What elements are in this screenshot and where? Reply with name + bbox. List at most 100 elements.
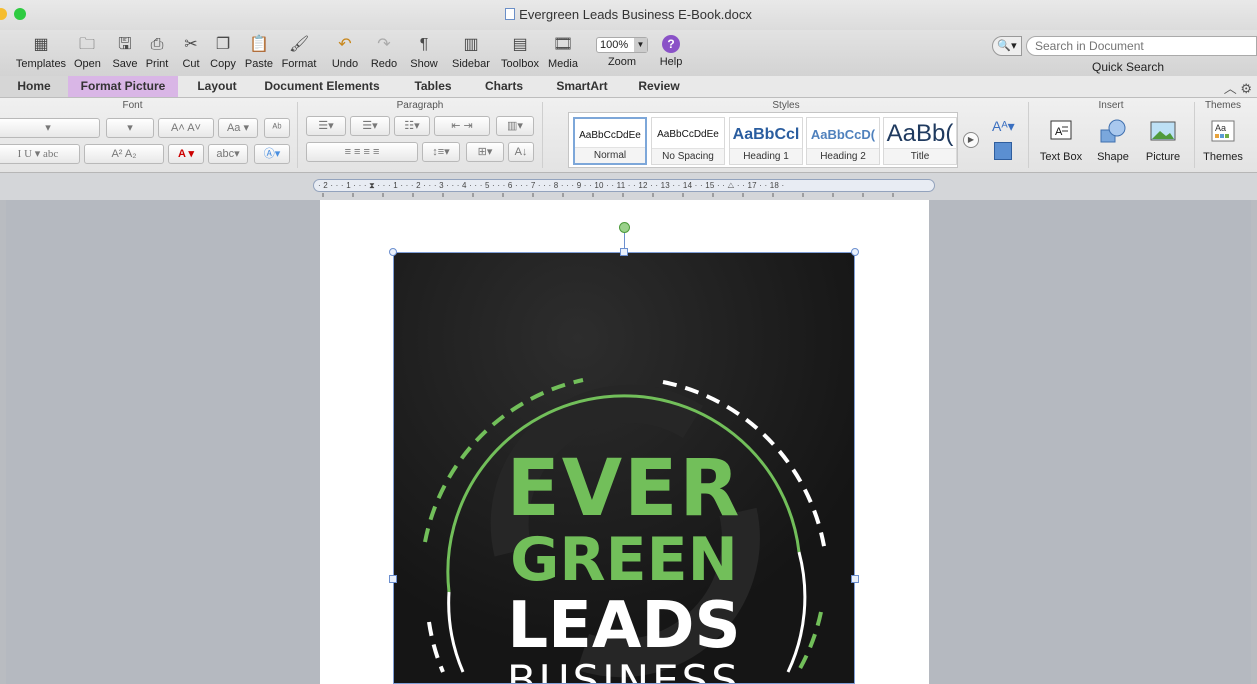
book-cover-image[interactable]: EVER GREEN LEADS BUSINESS [393, 252, 855, 684]
zoom-label: Zoom [607, 56, 637, 68]
insert-shape-button[interactable]: Shape [1092, 118, 1134, 163]
alignment-buttons[interactable]: ≡ ≡ ≡ ≡ [306, 142, 418, 162]
font-name-select[interactable]: ▾ [0, 118, 100, 138]
tab-smartart[interactable]: SmartArt [544, 76, 620, 97]
columns-icon[interactable]: ▥▾ [496, 116, 534, 136]
pilcrow-icon: ¶ [419, 36, 429, 53]
line-spacing-icon[interactable]: ↕≡▾ [422, 142, 460, 162]
svg-text:A: A [1055, 126, 1063, 138]
templates-button[interactable]: ▦ Templates [12, 32, 70, 74]
print-button[interactable]: ⎙ Print [142, 32, 172, 74]
style-name: Heading 2 [807, 148, 879, 164]
toolbox-button[interactable]: ▤ Toolbox [498, 32, 542, 74]
italic-underline-strike-buttons[interactable]: I U ▾ abc [0, 144, 80, 164]
tab-layout[interactable]: Layout [186, 76, 248, 97]
style-sample: AaBbCcl [732, 126, 800, 143]
themes-button[interactable]: Aa Themes [1198, 118, 1248, 163]
redo-button[interactable]: ↷ Redo [367, 32, 401, 74]
group-divider [1194, 102, 1195, 168]
styles-more-icon[interactable]: ▶ [963, 132, 979, 148]
styles-pane-icon[interactable] [994, 142, 1012, 160]
zoom-control[interactable]: 100% ▼ Zoom [593, 32, 651, 74]
save-button[interactable]: 🖫 Save [110, 32, 140, 74]
sidebar-label: Sidebar [452, 58, 490, 70]
grow-shrink-font-buttons[interactable]: A˄ A˅ [158, 118, 214, 138]
cover-title-business: BUSINESS [507, 656, 741, 684]
multilevel-list-icon[interactable]: ☷▾ [394, 116, 430, 136]
standard-toolbar: ▦ Templates 🗀 Open 🖫 Save ⎙ Print ✂ Cut … [0, 30, 1257, 76]
clear-formatting-icon[interactable]: ᴬᵇ [264, 118, 290, 138]
style-normal[interactable]: AaBbCcDdEe Normal [573, 117, 647, 165]
style-heading-1[interactable]: AaBbCcl Heading 1 [729, 117, 803, 165]
copy-button[interactable]: ❐ Copy [207, 32, 239, 74]
toolbox-icon: ▤ [512, 36, 528, 53]
show-formatting-button[interactable]: ¶ Show [408, 32, 440, 74]
window-title: Evergreen Leads Business E-Book.docx [0, 7, 1257, 22]
themes-group-label: Themes [1204, 100, 1242, 111]
tab-tables[interactable]: Tables [400, 76, 466, 97]
indent-buttons[interactable]: ⇤ ⇥ [434, 116, 490, 136]
style-title[interactable]: AaBb( Title [883, 117, 957, 165]
templates-icon: ▦ [33, 36, 49, 53]
redo-icon: ↷ [377, 36, 391, 53]
undo-icon: ↶ [338, 36, 352, 53]
style-sample: AaBbCcD( [810, 127, 876, 142]
themes-label: Themes [1203, 151, 1243, 163]
search-input[interactable] [1026, 36, 1257, 56]
tab-document-elements[interactable]: Document Elements [256, 76, 388, 97]
group-divider [297, 102, 298, 168]
resize-handle-left[interactable] [389, 575, 397, 583]
themes-icon: Aa [1211, 120, 1235, 142]
ruler-ticks [322, 193, 894, 197]
insert-picture-button[interactable]: Picture [1140, 118, 1186, 163]
undo-button[interactable]: ↶ Undo [328, 32, 362, 74]
highlight-icon[interactable]: abc▾ [208, 144, 248, 164]
help-button[interactable]: ? Help [656, 32, 686, 74]
style-heading-2[interactable]: AaBbCcD( Heading 2 [806, 117, 880, 165]
font-size-select[interactable]: ▾ [106, 118, 154, 138]
sort-icon[interactable]: A↓ [508, 142, 534, 162]
styles-group-label: Styles [772, 100, 800, 111]
borders-icon[interactable]: ⊞▾ [466, 142, 504, 162]
cut-button[interactable]: ✂ Cut [178, 32, 204, 74]
superscript-subscript-buttons[interactable]: A² A₂ [84, 144, 164, 164]
rotation-handle[interactable] [619, 222, 630, 233]
search-icon[interactable]: 🔍▾ [992, 36, 1022, 56]
picture-label: Picture [1145, 151, 1181, 163]
change-case-button[interactable]: Aa ▾ [218, 118, 258, 138]
text-box-label: Text Box [1039, 151, 1083, 163]
paste-button[interactable]: 📋 Paste [242, 32, 276, 74]
horizontal-ruler[interactable]: · 2 · · · 1 · · · ⧗ · · · 1 · · · 2 · · … [313, 179, 935, 192]
resize-handle-top[interactable] [620, 248, 628, 256]
text-effects-icon[interactable]: Ⓐ▾ [254, 144, 290, 164]
bullets-icon[interactable]: ☰▾ [306, 116, 346, 136]
zoom-select[interactable]: 100% ▼ [596, 37, 648, 53]
resize-handle-top-right[interactable] [851, 248, 859, 256]
sidebar-button[interactable]: ▥ Sidebar [449, 32, 493, 74]
copy-icon: ❐ [215, 36, 231, 53]
open-button[interactable]: 🗀 Open [74, 32, 101, 74]
open-label: Open [74, 58, 101, 70]
cover-title-green: GREEN [510, 525, 738, 595]
tab-format-picture[interactable]: Format Picture [68, 76, 178, 97]
format-painter-button[interactable]: 🖌 Format [278, 32, 320, 74]
format-label: Format [281, 58, 317, 70]
help-label: Help [659, 56, 683, 68]
collapse-ribbon-icon[interactable]: ︿ ⚙ [1224, 78, 1252, 97]
ruler-area: · 2 · · · 1 · · · ⧗ · · · 1 · · · 2 · · … [0, 173, 1257, 200]
resize-handle-right[interactable] [851, 575, 859, 583]
document-icon [505, 8, 516, 20]
numbering-icon[interactable]: ☰▾ [350, 116, 390, 136]
print-label: Print [145, 58, 169, 70]
format-brush-icon: 🖌 [289, 36, 310, 53]
insert-text-box-button[interactable]: A Text Box [1034, 118, 1088, 163]
resize-handle-top-left[interactable] [389, 248, 397, 256]
tab-review[interactable]: Review [628, 76, 690, 97]
font-color-icon[interactable]: A ▾ [168, 144, 204, 164]
style-name: Heading 1 [730, 148, 802, 164]
tab-charts[interactable]: Charts [472, 76, 536, 97]
media-button[interactable]: 🎞 Media [545, 32, 581, 74]
tab-home[interactable]: Home [0, 76, 78, 97]
style-no-spacing[interactable]: AaBbCcDdEe No Spacing [651, 117, 725, 165]
text-styles-icon[interactable]: Aᴬ▾ [992, 118, 1015, 135]
